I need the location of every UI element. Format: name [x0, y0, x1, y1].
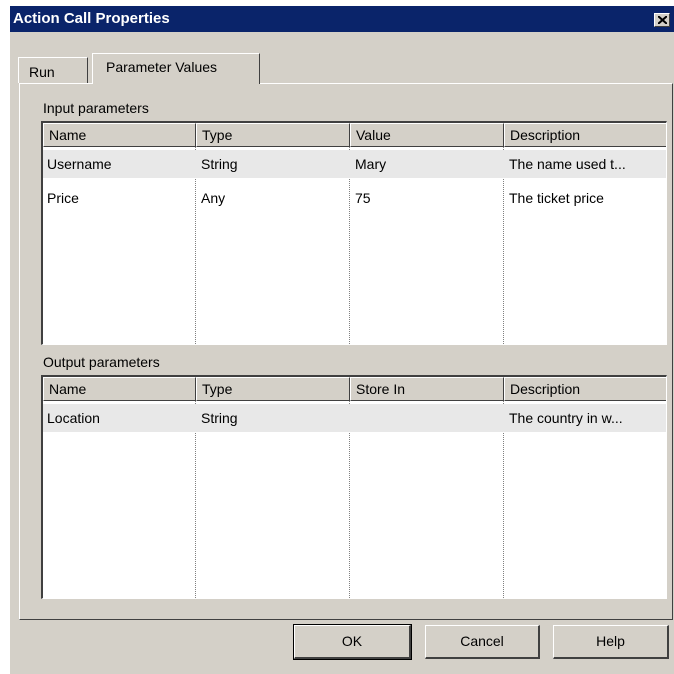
- tab-run[interactable]: Run: [18, 57, 88, 83]
- param-value-cell: Mary: [355, 156, 387, 172]
- column-header-value[interactable]: Value: [350, 123, 504, 147]
- param-description-cell: The name used t...: [509, 156, 626, 172]
- param-name-cell: Username: [47, 156, 112, 172]
- column-header-description[interactable]: Description: [504, 123, 666, 147]
- title-bar: Action Call Properties: [10, 6, 674, 32]
- output-parameters-grid[interactable]: Name Type Store In Description Location …: [41, 375, 667, 599]
- window-title: Action Call Properties: [13, 10, 170, 27]
- column-header-store-in[interactable]: Store In: [350, 377, 504, 401]
- ok-button[interactable]: OK: [293, 624, 412, 660]
- param-name-cell: Location: [47, 410, 100, 426]
- column-header-type[interactable]: Type: [196, 123, 350, 147]
- close-icon: [658, 16, 667, 24]
- output-parameters-label: Output parameters: [43, 354, 160, 370]
- param-type-cell: Any: [201, 190, 226, 206]
- action-call-properties-dialog: Action Call Properties Run Parameter Val…: [9, 5, 674, 674]
- param-type-cell: String: [201, 410, 238, 426]
- output-grid-header: Name Type Store In Description: [43, 377, 666, 401]
- table-row[interactable]: Price Any 75 The ticket price: [43, 184, 666, 212]
- tab-run-label: Run: [29, 64, 55, 80]
- input-parameters-label: Input parameters: [43, 100, 149, 116]
- tab-parameter-values[interactable]: Parameter Values: [92, 53, 260, 84]
- table-row[interactable]: Username String Mary The name used t...: [43, 150, 666, 178]
- column-header-type[interactable]: Type: [196, 377, 350, 401]
- param-description-cell: The ticket price: [509, 190, 604, 206]
- close-button[interactable]: [654, 13, 670, 27]
- cancel-button[interactable]: Cancel: [425, 625, 540, 659]
- column-header-name[interactable]: Name: [43, 377, 196, 401]
- table-row[interactable]: Location String The country in w...: [43, 404, 666, 432]
- param-type-cell: String: [201, 156, 238, 172]
- tab-parameter-values-label: Parameter Values: [106, 59, 218, 75]
- input-parameters-grid[interactable]: Name Type Value Description Username Str…: [41, 121, 667, 345]
- help-button[interactable]: Help: [553, 625, 669, 659]
- column-header-name[interactable]: Name: [43, 123, 196, 147]
- param-name-cell: Price: [47, 190, 79, 206]
- input-grid-header: Name Type Value Description: [43, 123, 666, 147]
- param-description-cell: The country in w...: [509, 410, 623, 426]
- param-value-cell: 75: [355, 190, 371, 206]
- column-header-description[interactable]: Description: [504, 377, 666, 401]
